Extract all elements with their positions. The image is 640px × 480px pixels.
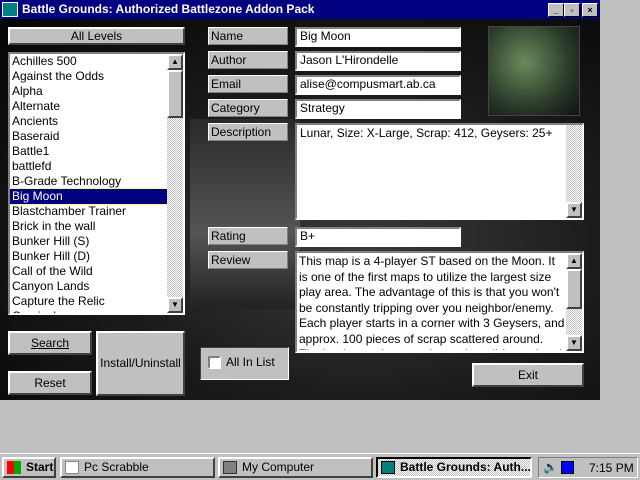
category-field[interactable]: Strategy: [295, 99, 461, 119]
list-item[interactable]: Call of the Wild: [10, 264, 167, 279]
taskbar-label: Pc Scrabble: [84, 460, 149, 474]
review-box[interactable]: This map is a 4-player ST based on the M…: [295, 251, 584, 353]
install-uninstall-button[interactable]: Install/Uninstall: [96, 331, 185, 396]
scroll-up-icon[interactable]: ▲: [167, 54, 183, 70]
minimize-button[interactable]: _: [548, 3, 564, 17]
list-item[interactable]: Against the Odds: [10, 69, 167, 84]
list-item[interactable]: Baseraid: [10, 129, 167, 144]
all-in-list-group: All In List: [200, 347, 289, 380]
all-in-list-label[interactable]: All In List: [226, 355, 275, 369]
rating-label: Rating: [208, 227, 288, 245]
start-label: Start: [26, 460, 54, 474]
windows-logo-icon: [7, 461, 21, 474]
scroll-down-icon[interactable]: ▼: [566, 202, 582, 218]
search-button[interactable]: Search: [8, 331, 92, 355]
display-icon[interactable]: [561, 461, 574, 474]
list-item[interactable]: Capture the Relic: [10, 294, 167, 309]
email-label: Email: [208, 75, 288, 93]
start-button[interactable]: Start: [2, 457, 56, 478]
name-field[interactable]: Big Moon: [295, 27, 461, 47]
author-field[interactable]: Jason L'Hirondelle: [295, 51, 461, 71]
level-preview-image: [488, 26, 580, 116]
list-item[interactable]: battlefd: [10, 159, 167, 174]
reset-button[interactable]: Reset: [8, 371, 92, 395]
review-scrollbar[interactable]: ▲ ▼: [566, 253, 582, 351]
background-structure-image: [190, 119, 300, 309]
taskbar-item-pc-scrabble[interactable]: Pc Scrabble: [60, 457, 215, 478]
name-label: Name: [208, 27, 288, 45]
scroll-down-icon[interactable]: ▼: [566, 335, 582, 351]
close-button[interactable]: ×: [582, 3, 598, 17]
list-item[interactable]: Bunker Hill (S): [10, 234, 167, 249]
review-label: Review: [208, 251, 288, 269]
scroll-down-icon[interactable]: ▼: [167, 297, 183, 313]
list-item[interactable]: Canyon Lands: [10, 279, 167, 294]
email-field[interactable]: alise@compusmart.ab.ca: [295, 75, 461, 95]
list-scrollbar[interactable]: ▲ ▼: [167, 54, 183, 313]
all-in-list-checkbox[interactable]: [208, 356, 221, 369]
list-item[interactable]: Achilles 500: [10, 54, 167, 69]
main-window: Battle Grounds: Authorized Battlezone Ad…: [0, 0, 600, 400]
list-item[interactable]: Brick in the wall: [10, 219, 167, 234]
computer-icon: [223, 461, 237, 474]
taskbar-label: My Computer: [242, 460, 315, 474]
category-label: Category: [208, 99, 288, 117]
scroll-up-icon[interactable]: ▲: [566, 253, 582, 269]
taskbar-label: Battle Grounds: Auth...: [400, 460, 531, 474]
description-box[interactable]: Lunar, Size: X-Large, Scrap: 412, Geyser…: [295, 123, 584, 220]
author-label: Author: [208, 51, 288, 69]
scrabble-icon: [65, 461, 79, 474]
list-item[interactable]: Battle1: [10, 144, 167, 159]
taskbar: Start Pc Scrabble My Computer Battle Gro…: [0, 453, 640, 480]
list-item[interactable]: Carnival: [10, 309, 167, 313]
list-item[interactable]: Alternate: [10, 99, 167, 114]
description-text: Lunar, Size: X-Large, Scrap: 412, Geyser…: [300, 126, 553, 140]
all-levels-button[interactable]: All Levels: [8, 27, 185, 45]
list-item[interactable]: B-Grade Technology: [10, 174, 167, 189]
window-title: Battle Grounds: Authorized Battlezone Ad…: [22, 2, 315, 16]
system-tray: 🔈 7:15 PM: [538, 457, 638, 478]
description-scrollbar[interactable]: ▼: [566, 125, 582, 218]
app-icon: [381, 461, 395, 474]
rating-field[interactable]: B+: [295, 227, 461, 247]
taskbar-item-battle-grounds[interactable]: Battle Grounds: Auth...: [376, 457, 532, 478]
scroll-thumb[interactable]: [167, 70, 183, 118]
list-item[interactable]: Blastchamber Trainer: [10, 204, 167, 219]
list-item[interactable]: Ancients: [10, 114, 167, 129]
list-item[interactable]: Alpha: [10, 84, 167, 99]
title-bar[interactable]: Battle Grounds: Authorized Battlezone Ad…: [0, 0, 600, 19]
list-item[interactable]: Big Moon: [10, 188, 167, 205]
exit-button[interactable]: Exit: [472, 363, 584, 387]
app-icon: [2, 2, 18, 17]
taskbar-item-my-computer[interactable]: My Computer: [218, 457, 373, 478]
maximize-button[interactable]: ▫: [564, 3, 580, 17]
scroll-thumb[interactable]: [566, 269, 582, 309]
list-item[interactable]: Bunker Hill (D): [10, 249, 167, 264]
speaker-icon[interactable]: 🔈: [543, 460, 558, 474]
review-text: This map is a 4-player ST based on the M…: [299, 254, 565, 350]
description-label: Description: [208, 123, 288, 141]
clock[interactable]: 7:15 PM: [589, 461, 634, 475]
levels-listbox[interactable]: Achilles 500 Against the Odds Alpha Alterna…: [8, 52, 185, 315]
